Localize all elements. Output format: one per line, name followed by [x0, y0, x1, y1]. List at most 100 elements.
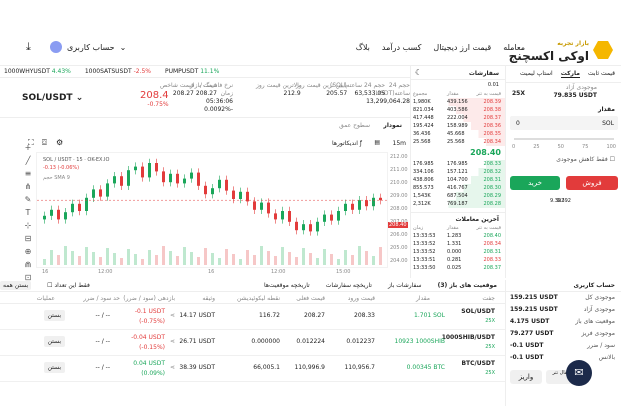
candle: [274, 213, 277, 220]
volume-bar: [365, 251, 368, 265]
moon-icon[interactable]: ☾: [415, 68, 422, 77]
ask-row[interactable]: 195.424 158.989 208.36: [411, 122, 505, 130]
chevron-down-icon: ⌄: [119, 42, 127, 52]
bid-row[interactable]: 1,543K 687.504 208.29: [411, 192, 505, 200]
ticker-item[interactable]: 1000SATSUSDT -2.5%: [85, 68, 151, 75]
ask-row[interactable]: 821.034 403.586 208.38: [411, 106, 505, 114]
tab-order-history[interactable]: تاریخچه سفارشات: [326, 282, 372, 289]
zoom-icon[interactable]: ⊕: [20, 247, 36, 260]
ask-row[interactable]: 1,980K 439.156 208.39: [411, 98, 505, 106]
amount-label: مقدار: [597, 106, 615, 113]
volume-bar: [57, 255, 60, 265]
bid-row[interactable]: 2,312K 769.187 208.28: [411, 200, 505, 208]
account-row: موجودی کل 159.215 USDT: [506, 292, 621, 304]
col-tpsl: حد سود / ضرر: [83, 295, 120, 302]
nav-earn[interactable]: کسب درآمد: [382, 43, 421, 52]
measure-icon[interactable]: ⊹: [20, 221, 36, 234]
stat-index: قیمت شاخص 208.27: [160, 82, 194, 98]
position-tpsl[interactable]: -- / --: [96, 312, 111, 319]
amount-input[interactable]: SOL 0: [510, 116, 618, 130]
amount-slider[interactable]: [514, 138, 614, 140]
volume-bar: [64, 246, 67, 265]
ask-row[interactable]: 417.448 222.004 208.37: [411, 114, 505, 122]
volume-bar: [225, 249, 228, 265]
close-position-button[interactable]: بستن: [43, 362, 65, 373]
account-value: -0.1 USDT: [510, 354, 544, 361]
candle: [162, 171, 165, 183]
ruler-icon[interactable]: ⊟: [20, 234, 36, 247]
close-position-button[interactable]: بستن: [43, 310, 65, 321]
camera-icon[interactable]: ⌼: [42, 138, 47, 148]
ask-row[interactable]: 25.568 25.568 208.34: [411, 138, 505, 146]
nav-trade[interactable]: معامله: [503, 43, 525, 52]
nav-blog[interactable]: بلاگ: [356, 43, 370, 52]
bid-row[interactable]: 855.573 416.767 208.30: [411, 184, 505, 192]
ask-price: 208.35: [483, 131, 502, 137]
reduce-only-checkbox[interactable]: فقط کاهش موجودی ☐: [556, 156, 615, 163]
sell-button[interactable]: فروش: [566, 176, 618, 190]
tab-open-orders[interactable]: سفارشات باز: [388, 282, 422, 289]
col-pair: جفت: [482, 295, 495, 302]
horizontal-line-icon[interactable]: ≡: [20, 169, 36, 182]
download-icon[interactable]: ⤓: [26, 40, 31, 54]
candlestick-chart[interactable]: SOL / USDT · 15 · OK-EX.IO -0.13 (-0.06%…: [36, 152, 388, 268]
tab-chart[interactable]: نمودار: [383, 122, 402, 129]
header-amount: مقدار: [447, 225, 459, 231]
position-tpsl[interactable]: -- / --: [96, 338, 111, 345]
position-tpsl[interactable]: -- / --: [96, 364, 111, 371]
share-icon[interactable]: ⋖: [170, 364, 175, 371]
position-pnl-pct: (-0.15%): [139, 344, 165, 351]
share-icon[interactable]: ⋖: [170, 338, 175, 345]
share-icon[interactable]: ⋖: [170, 312, 175, 319]
tab-position-history[interactable]: تاریخچه موقعیت‌ها: [264, 282, 310, 289]
brush-icon[interactable]: ✎: [20, 195, 36, 208]
book-step[interactable]: 0.01: [488, 82, 499, 88]
close-position-button[interactable]: بستن: [43, 336, 65, 347]
stat-label: نرخ فاندینگ / زمان: [199, 82, 233, 97]
volume-bar: [141, 259, 144, 265]
slider-tick: 0: [512, 144, 516, 150]
tab-open-positions[interactable]: موقعیت های باز (3): [438, 282, 497, 289]
mid-price: 208.40: [470, 148, 501, 157]
ask-price: 208.37: [483, 115, 502, 121]
account-menu[interactable]: حساب کاربری ⌄: [50, 41, 126, 53]
chat-support-icon[interactable]: ✉: [566, 360, 592, 386]
stat-label: قیمت شاخص: [160, 82, 194, 89]
price-change: -0.75%: [147, 101, 169, 108]
tab-depth[interactable]: سطوح عمق: [339, 122, 370, 129]
show-only-toggle[interactable]: فقط این تعداد ☐: [47, 282, 90, 289]
interval-selector[interactable]: 15m: [393, 140, 406, 147]
chart-type-icon[interactable]: ▤: [374, 139, 380, 146]
text-icon[interactable]: T: [20, 208, 36, 221]
tab-stop-limit[interactable]: استاپ لیمیت: [520, 70, 553, 78]
tab-market[interactable]: مارکت: [560, 70, 580, 78]
indicators-button[interactable]: اندیکاتورها ƒ: [332, 140, 362, 147]
trendline-icon[interactable]: ╱: [20, 156, 36, 169]
deposit-button[interactable]: واریز: [510, 370, 542, 384]
ticker-item[interactable]: 1000WHYUSDT 4.43%: [4, 68, 71, 75]
crosshair-icon[interactable]: +: [20, 143, 36, 156]
ask-row[interactable]: 36.436 45.668 208.35: [411, 130, 505, 138]
volume-bar: [113, 253, 116, 265]
magnet-icon[interactable]: ⋒: [20, 260, 36, 273]
account-row: سود / ضرر -0.1 USDT: [506, 340, 621, 352]
bid-row[interactable]: 176.985 176.985 208.33: [411, 160, 505, 168]
close-all-button[interactable]: بستن همه: [0, 281, 32, 290]
ticker-item[interactable]: PUMPUSDT 11.1%: [165, 68, 219, 75]
settings-icon[interactable]: ⚙: [56, 138, 63, 147]
fib-icon[interactable]: ⋔: [20, 182, 36, 195]
volume-bar: [316, 258, 319, 265]
stat-value: 13,299,064.28: [366, 98, 410, 105]
ticker-change: 11.1%: [200, 68, 220, 75]
buy-button[interactable]: خرید: [510, 176, 560, 190]
bid-row[interactable]: 334.106 157.121 208.32: [411, 168, 505, 176]
leverage-button[interactable]: 25X: [512, 90, 525, 97]
tab-orderbook[interactable]: سفارشات: [469, 70, 499, 77]
ask-amount: 403.586: [447, 107, 468, 113]
account-label: موجودی کل: [585, 294, 615, 301]
nav-prices[interactable]: قیمت ارز دیجیتال: [433, 43, 491, 52]
candle: [204, 185, 207, 195]
tab-limit[interactable]: قیمت ثابت: [588, 70, 615, 78]
pair-selector[interactable]: SOL/USDT ⌄: [22, 93, 83, 103]
bid-row[interactable]: 438.806 104.700 208.31: [411, 176, 505, 184]
